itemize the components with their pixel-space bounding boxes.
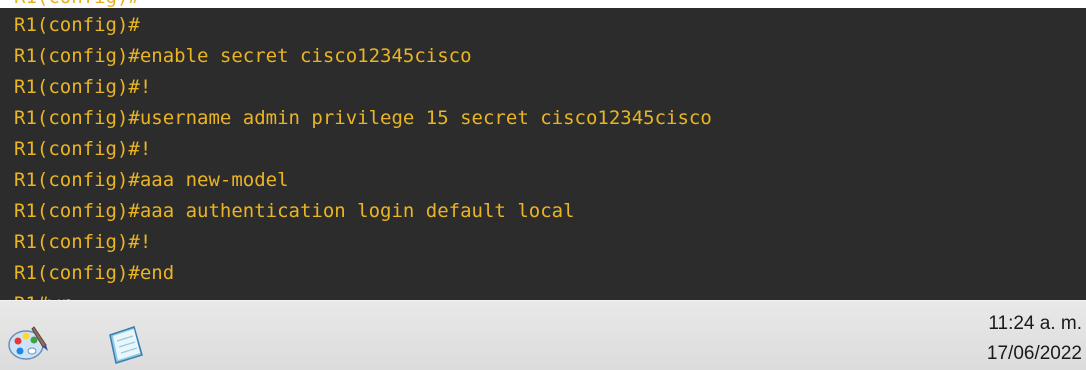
terminal-line: R1(config)#! (14, 138, 152, 160)
terminal-line-partial: R1#wr (14, 289, 71, 300)
terminal-window[interactable]: R1(config)# R1(config)#enable secret cis… (0, 8, 1086, 300)
terminal-line: R1(config)#aaa new-model (14, 169, 289, 191)
terminal-line: R1(config)#end (14, 262, 175, 284)
terminal-line: R1(config)#! (14, 76, 152, 98)
terminal-line: R1(config)#enable secret cisco12345cisco (14, 45, 472, 67)
screen: R1(config)# R1(config)# R1(config)#enabl… (0, 0, 1086, 370)
clock-time: 11:24 a. m. (988, 313, 1082, 334)
system-clock[interactable]: 11:24 a. m. 17/06/2022 (972, 309, 1082, 369)
terminal-cut-line: R1(config)# (14, 0, 140, 8)
notepad-icon[interactable] (102, 321, 146, 365)
taskbar: 11:24 a. m. 17/06/2022 (0, 300, 1086, 370)
terminal-line: R1(config)#! (14, 231, 152, 253)
terminal-line: R1(config)#username admin privilege 15 s… (14, 107, 712, 129)
terminal-line: R1(config)#aaa authentication login defa… (14, 200, 575, 222)
terminal-line: R1(config)# (14, 14, 140, 36)
clock-date: 17/06/2022 (986, 343, 1082, 364)
paint-icon[interactable] (6, 321, 50, 365)
cut-off-top-line: R1(config)# (0, 0, 1086, 8)
